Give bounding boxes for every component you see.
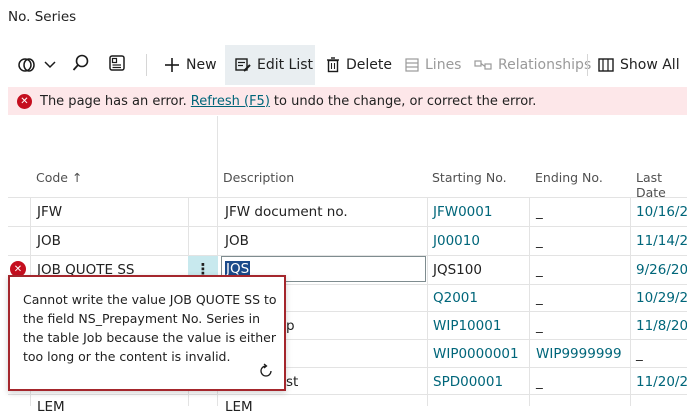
cell-ending-no[interactable]: _: [536, 204, 543, 220]
cell-last-date[interactable]: 11/14/2: [636, 233, 687, 249]
action-bar: New Edit List Delete Lines Relationships…: [0, 45, 687, 85]
more-actions-icon[interactable]: ⋮: [681, 45, 687, 85]
delete-button[interactable]: Delete: [326, 45, 392, 85]
chevron-down-icon: [44, 57, 56, 73]
error-message-suffix: to undo the change, or correct the error…: [273, 93, 537, 109]
cell-ending-no[interactable]: WIP9999999: [536, 346, 622, 362]
cell-ending-no[interactable]: _: [536, 374, 543, 390]
edit-list-button[interactable]: Edit List: [225, 45, 315, 85]
filter-pane-button[interactable]: [108, 45, 126, 85]
relationships-button[interactable]: Relationships: [474, 45, 591, 85]
cell-last-date[interactable]: 9/26/20: [636, 262, 687, 278]
new-button[interactable]: New: [164, 45, 217, 85]
edit-list-label: Edit List: [257, 57, 314, 73]
search-icon: [72, 54, 90, 76]
row-divider: [8, 394, 687, 395]
column-header-last-date[interactable]: Last Date: [636, 170, 687, 200]
row-divider: [8, 226, 687, 227]
cell-starting-no[interactable]: Q2001: [433, 290, 478, 306]
error-icon: ✕: [17, 93, 32, 109]
cell-ending-no[interactable]: _: [536, 318, 543, 334]
plus-icon: [164, 57, 180, 73]
relationships-label: Relationships: [498, 57, 592, 73]
cell-last-date[interactable]: 10/16/2: [636, 204, 687, 220]
lines-icon: [405, 58, 419, 72]
cell-ending-no[interactable]: _: [536, 262, 543, 278]
page-title: No. Series: [8, 9, 77, 25]
error-notification-bar: ✕ The page has an error. Refresh (F5) to…: [8, 87, 687, 115]
cell-description[interactable]: LEM: [225, 399, 253, 415]
cell-description[interactable]: st: [286, 374, 298, 390]
validation-error-message: Cannot write the value JOB QUOTE SS to t…: [23, 292, 277, 364]
cell-last-date[interactable]: 11/20/2: [636, 374, 687, 390]
trash-icon: [326, 57, 340, 73]
cell-description[interactable]: p: [286, 318, 295, 334]
row-divider: [8, 197, 687, 198]
cell-ending-no[interactable]: _: [536, 290, 543, 306]
cell-starting-no[interactable]: WIP10001: [433, 318, 501, 334]
cell-code[interactable]: JOB: [37, 233, 61, 249]
show-all-button[interactable]: Show All: [598, 45, 680, 85]
refresh-icon[interactable]: [258, 363, 274, 383]
column-header-starting-no[interactable]: Starting No.: [432, 170, 507, 185]
view-options-button[interactable]: [18, 45, 56, 85]
cell-code[interactable]: LEM: [37, 399, 65, 415]
edit-list-icon: [235, 57, 251, 73]
cell-starting-no[interactable]: J00010: [433, 233, 480, 249]
cell-description[interactable]: JOB: [225, 233, 249, 249]
toolbar-separator: [146, 54, 147, 76]
column-divider: [630, 197, 631, 406]
column-header-ending-no[interactable]: Ending No.: [535, 170, 603, 185]
cell-starting-no[interactable]: SPD00001: [433, 374, 503, 390]
copilot-icon: [18, 57, 38, 73]
validation-error-popup: Cannot write the value JOB QUOTE SS to t…: [8, 275, 286, 391]
cell-starting-no[interactable]: JFW0001: [433, 204, 492, 220]
column-divider: [427, 197, 428, 406]
refresh-link[interactable]: Refresh (F5): [191, 94, 270, 109]
error-message-prefix: The page has an error.: [40, 93, 187, 109]
cell-ending-no[interactable]: _: [536, 233, 543, 249]
cell-code[interactable]: JFW: [37, 204, 62, 220]
filter-pane-icon: [108, 54, 126, 76]
cell-last-date[interactable]: _: [636, 346, 643, 362]
column-divider: [529, 197, 530, 406]
column-header-code[interactable]: Code ↑: [36, 170, 82, 185]
relationships-icon: [474, 59, 492, 71]
delete-label: Delete: [346, 57, 392, 73]
toolbar-separator: [587, 54, 588, 76]
column-header-description[interactable]: Description: [223, 170, 294, 185]
cell-last-date[interactable]: 10/29/2: [636, 290, 687, 306]
show-all-label: Show All: [620, 57, 680, 73]
cell-starting-no[interactable]: JQS100: [433, 262, 482, 278]
lines-label: Lines: [425, 57, 462, 73]
new-label: New: [186, 57, 217, 73]
show-all-icon: [598, 58, 614, 72]
search-button[interactable]: [72, 45, 90, 85]
cell-last-date[interactable]: 11/8/20: [636, 318, 687, 334]
cell-starting-no[interactable]: WIP0000001: [433, 346, 519, 362]
lines-button[interactable]: Lines: [405, 45, 461, 85]
cell-description[interactable]: JFW document no.: [225, 204, 348, 220]
